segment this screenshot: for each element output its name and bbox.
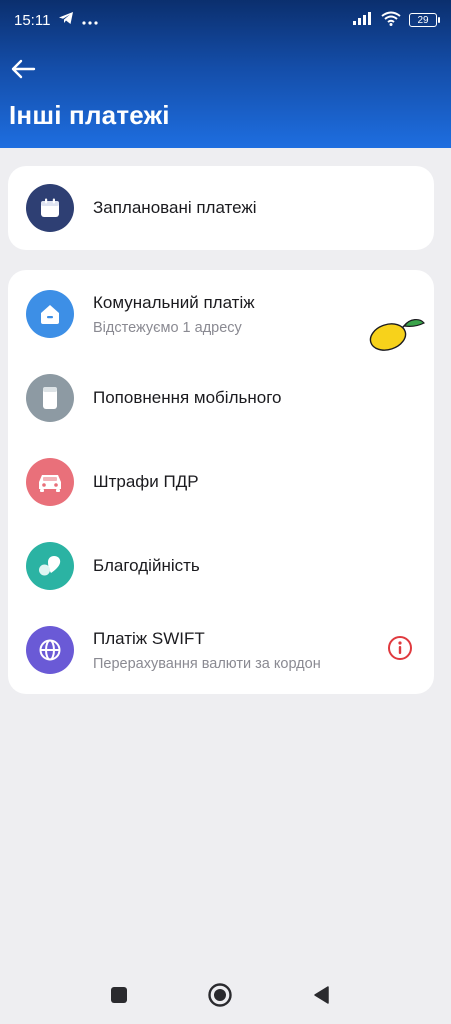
list-item-swift[interactable]: Платіж SWIFT Перерахування валюти за кор… xyxy=(8,608,434,692)
back-button[interactable] xyxy=(6,54,40,88)
phone-icon xyxy=(26,374,74,422)
list-item-traffic-fines[interactable]: Штрафи ПДР xyxy=(8,440,434,524)
back-nav-button[interactable] xyxy=(303,979,339,1015)
list-item-title: Штрафи ПДР xyxy=(93,472,199,491)
square-icon xyxy=(110,986,128,1009)
list-item-title: Благодійність xyxy=(93,556,200,575)
arrow-left-icon xyxy=(10,59,36,84)
home-button[interactable] xyxy=(202,979,238,1015)
more-dots-icon xyxy=(82,12,99,29)
status-right: 29 xyxy=(353,11,440,30)
scheduled-payments-item[interactable]: Заплановані платежі xyxy=(8,166,434,250)
telegram-icon xyxy=(58,11,74,29)
list-item-title: Платіж SWIFT xyxy=(93,628,205,648)
battery-icon: 29 xyxy=(409,13,440,27)
list-item-subtitle: Відстежуємо 1 адресу xyxy=(93,319,242,336)
list-item-mobile-topup[interactable]: Поповнення мобільного xyxy=(8,356,434,440)
info-icon xyxy=(387,635,413,666)
recent-apps-button[interactable] xyxy=(101,979,137,1015)
page-title: Інші платежі xyxy=(9,100,170,130)
status-bar: 15:11 29 xyxy=(0,0,451,40)
status-left: 15:11 xyxy=(14,11,99,29)
calendar-icon xyxy=(26,184,74,232)
hearts-icon xyxy=(26,542,74,590)
lemon-sticker-icon xyxy=(364,312,428,356)
globe-icon xyxy=(26,626,74,674)
home-circle-icon xyxy=(207,982,233,1013)
list-item-title: Поповнення мобільного xyxy=(93,388,282,407)
list-item-title: Комунальний платіж xyxy=(93,292,255,312)
info-button[interactable] xyxy=(386,635,414,666)
house-icon xyxy=(26,290,74,338)
wifi-icon xyxy=(381,11,401,30)
list-item-subtitle: Перерахування валюти за кордон xyxy=(93,655,321,672)
status-time: 15:11 xyxy=(14,11,51,29)
scheduled-card: Заплановані платежі xyxy=(8,166,434,250)
system-nav-bar xyxy=(0,970,451,1024)
app-header: 15:11 29 Інші платежі xyxy=(0,0,451,148)
car-icon xyxy=(26,458,74,506)
back-triangle-icon xyxy=(312,985,330,1010)
scheduled-payments-label: Заплановані платежі xyxy=(93,198,257,217)
list-item-charity[interactable]: Благодійність xyxy=(8,524,434,608)
signal-icon xyxy=(353,11,373,29)
